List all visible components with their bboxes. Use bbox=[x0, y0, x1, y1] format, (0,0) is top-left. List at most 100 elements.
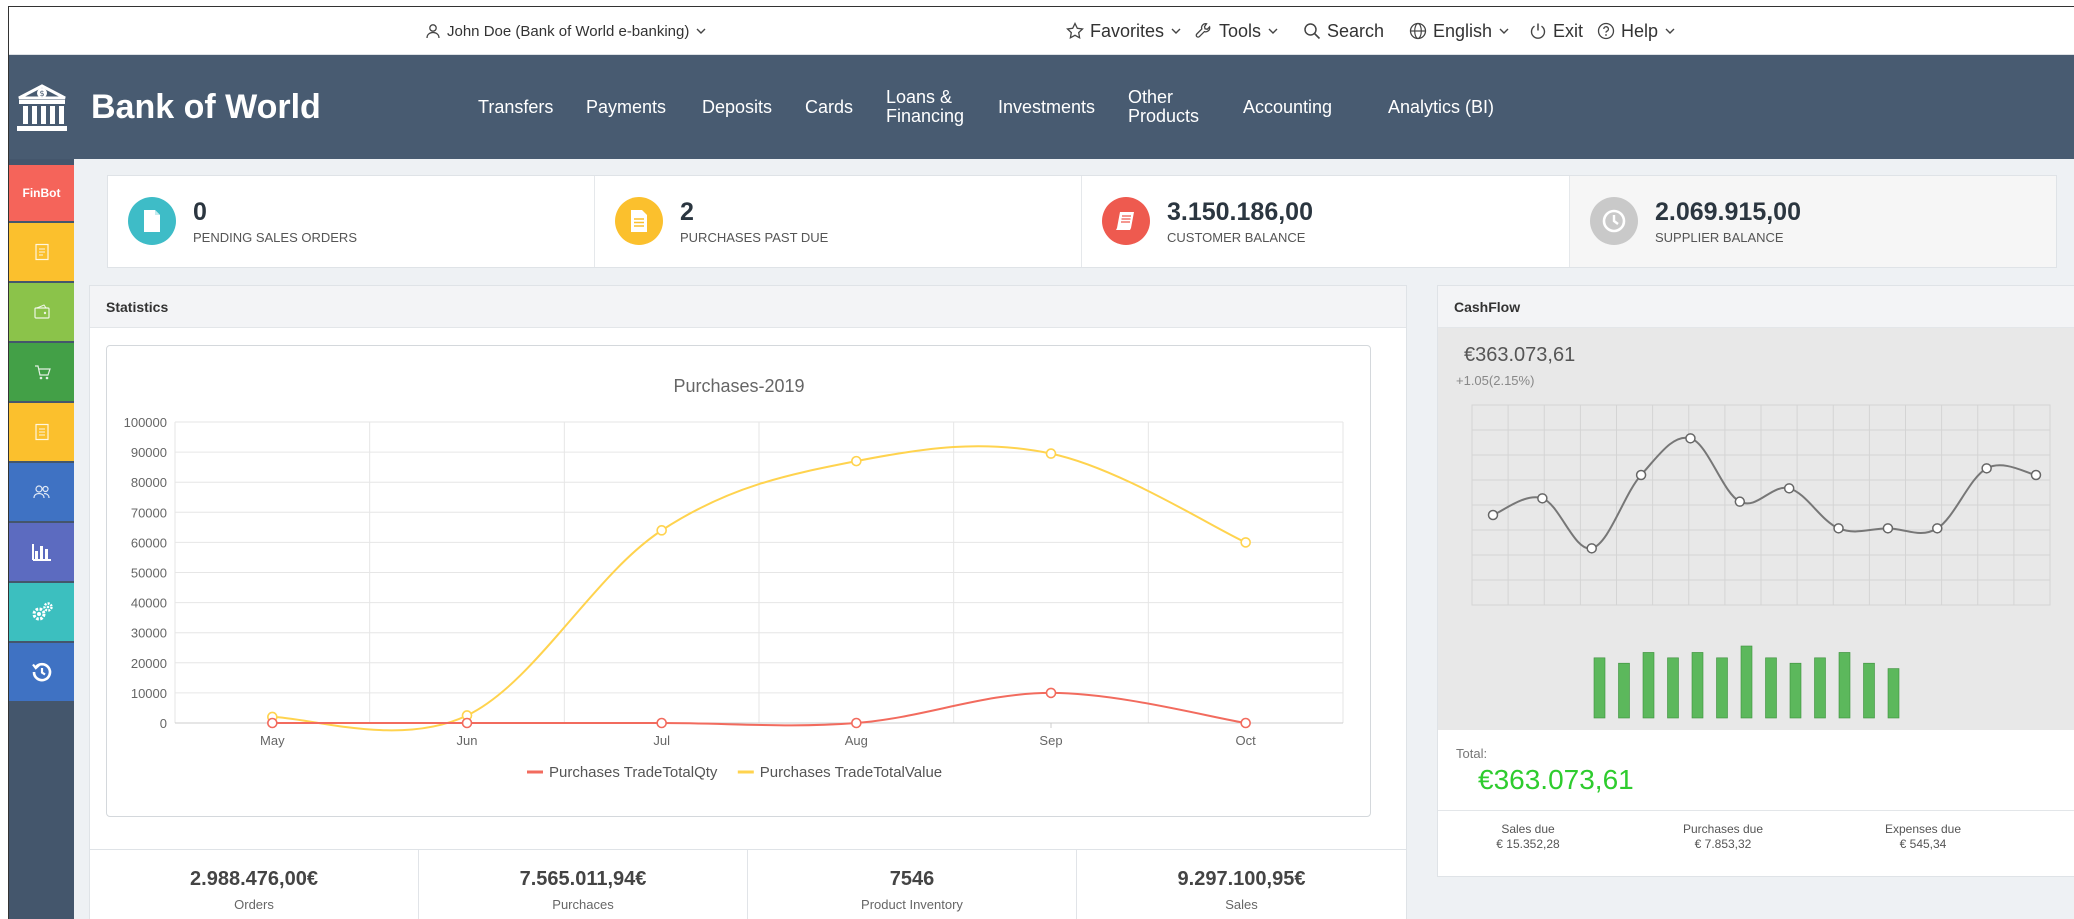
cashflow-title: CashFlow bbox=[1438, 286, 2074, 328]
history-icon bbox=[31, 662, 51, 682]
kpi-supplier-balance[interactable]: 2.069.915,00 SUPPLIER BALANCE bbox=[1570, 176, 2056, 267]
cashflow-point bbox=[1487, 509, 1499, 521]
divider bbox=[1438, 810, 2074, 811]
y-tick-label: 30000 bbox=[131, 626, 167, 641]
finbot-label: FinBot bbox=[22, 186, 61, 200]
summary-label: Orders bbox=[234, 897, 274, 912]
nav-other-products[interactable]: Other Products bbox=[1128, 55, 1206, 159]
clock-icon bbox=[1590, 197, 1638, 245]
sidebar-item-settings[interactable] bbox=[9, 583, 74, 641]
user-menu[interactable]: John Doe (Bank of World e-banking) bbox=[425, 7, 707, 55]
summary-sales: 9.297.100,95€ Sales bbox=[1077, 850, 1406, 919]
chevron-down-icon bbox=[696, 28, 706, 34]
book-icon bbox=[1102, 197, 1150, 245]
cashflow-total-label: Total: bbox=[1456, 746, 1488, 761]
y-tick-label: 40000 bbox=[131, 596, 167, 611]
statistics-panel: Statistics Purchases-2019 100000 90000 8000… bbox=[89, 285, 1407, 919]
brand-name[interactable]: Bank of World bbox=[91, 55, 321, 159]
summary-orders: 2.988.476,00€ Orders bbox=[90, 850, 419, 919]
kpi-label: SUPPLIER BALANCE bbox=[1655, 230, 1784, 245]
globe-icon bbox=[1409, 22, 1427, 40]
cashflow-point bbox=[1981, 463, 1992, 474]
wallet-icon bbox=[33, 304, 50, 319]
series-point bbox=[1045, 448, 1057, 459]
favorites-label: Favorites bbox=[1090, 20, 1165, 41]
cashflow-panel: CashFlow €363.073,61 +1.05(2.15%) Total:… bbox=[1437, 285, 2074, 877]
cashflow-bar bbox=[1740, 645, 1753, 719]
nav-cards[interactable]: Cards bbox=[805, 55, 853, 159]
language-menu[interactable]: English bbox=[1409, 7, 1510, 55]
cashflow-point bbox=[1537, 493, 1548, 504]
nav-transfers[interactable]: Transfers bbox=[478, 55, 553, 159]
cashflow-point bbox=[2030, 469, 2042, 481]
due-label: Purchases due bbox=[1682, 822, 1764, 836]
cashflow-bar bbox=[1838, 652, 1851, 719]
y-tick-label: 100000 bbox=[124, 415, 167, 430]
summary-value: 7546 bbox=[889, 868, 935, 890]
sidebar-item-documents[interactable] bbox=[9, 223, 74, 281]
search-button[interactable]: Search bbox=[1303, 7, 1384, 55]
kpi-pending-sales-orders[interactable]: 0 PENDING SALES ORDERS bbox=[108, 176, 595, 267]
nav-payments[interactable]: Payments bbox=[586, 55, 666, 159]
series-point bbox=[851, 717, 862, 729]
due-label: Sales due bbox=[1501, 822, 1555, 836]
user-name: John Doe (Bank of World e-banking) bbox=[447, 22, 690, 40]
sales-due: Sales due € 15.352,28 bbox=[1458, 822, 1598, 852]
due-value: € 7.853,32 bbox=[1694, 837, 1752, 851]
chevron-down-icon bbox=[1268, 28, 1278, 34]
cashflow-bar bbox=[1667, 657, 1679, 719]
purchases-chart: Purchases-2019 100000 90000 80000 70000 60000… bbox=[106, 345, 1371, 817]
legend-label: Purchases TradeTotalQty bbox=[549, 764, 718, 781]
nav-accounting[interactable]: Accounting bbox=[1243, 55, 1332, 159]
main-navbar: $ Bank of World Transfers Payments Depos… bbox=[9, 55, 2074, 159]
finbot-button[interactable]: FinBot bbox=[9, 165, 74, 221]
y-tick-label: 90000 bbox=[131, 445, 167, 460]
series-point bbox=[656, 717, 667, 729]
sidebar-item-users[interactable] bbox=[9, 463, 74, 521]
sidebar-item-history[interactable] bbox=[9, 643, 74, 701]
sidebar-item-wallet[interactable] bbox=[9, 283, 74, 341]
legend-label: Purchases TradeTotalValue bbox=[760, 764, 942, 781]
kpi-value: 2 bbox=[680, 198, 694, 226]
cashflow-point bbox=[1734, 496, 1746, 507]
chevron-down-icon bbox=[1665, 28, 1675, 34]
cashflow-bar bbox=[1789, 662, 1802, 719]
kpi-customer-balance[interactable]: 3.150.186,00 CUSTOMER BALANCE bbox=[1082, 176, 1570, 267]
kpi-value: 3.150.186,00 bbox=[1167, 198, 1313, 226]
nav-analytics[interactable]: Analytics (BI) bbox=[1388, 55, 1494, 159]
cashflow-bar bbox=[1593, 657, 1606, 719]
sidebar-item-invoices[interactable] bbox=[9, 403, 74, 461]
chevron-down-icon bbox=[1171, 28, 1181, 34]
help-menu[interactable]: Help bbox=[1597, 7, 1676, 55]
exit-button[interactable]: Exit bbox=[1529, 7, 1583, 55]
cashflow-point bbox=[1586, 543, 1597, 554]
tools-menu[interactable]: Tools bbox=[1195, 7, 1279, 55]
search-icon bbox=[1304, 23, 1321, 40]
favorites-menu[interactable]: Favorites bbox=[1066, 7, 1182, 55]
cashflow-bar bbox=[1618, 662, 1630, 719]
cashflow-chart-area: €363.073,61 +1.05(2.15%) bbox=[1438, 328, 2074, 730]
sidebar-item-cart[interactable] bbox=[9, 343, 74, 401]
nav-deposits[interactable]: Deposits bbox=[702, 55, 772, 159]
power-icon bbox=[1530, 23, 1546, 39]
kpi-value: 0 bbox=[193, 198, 207, 226]
chart-title: Purchases-2019 bbox=[673, 376, 804, 396]
cashflow-bar bbox=[1716, 657, 1728, 719]
cashflow-bar bbox=[1642, 652, 1655, 719]
cashflow-bar bbox=[1887, 668, 1900, 719]
cashflow-total-value: €363.073,61 bbox=[1478, 764, 1634, 795]
sidebar-item-reports[interactable] bbox=[9, 523, 74, 581]
kpi-purchases-past-due[interactable]: 2 PURCHASES PAST DUE bbox=[595, 176, 1082, 267]
nav-loans-financing[interactable]: Loans & Financing bbox=[886, 55, 968, 159]
kpi-label: CUSTOMER BALANCE bbox=[1167, 230, 1306, 245]
bank-logo-icon[interactable]: $ bbox=[15, 81, 69, 138]
summary-value: 9.297.100,95€ bbox=[1177, 868, 1306, 890]
summary-value: 2.988.476,00€ bbox=[190, 868, 318, 890]
nav-investments[interactable]: Investments bbox=[998, 55, 1095, 159]
svg-text:$: $ bbox=[39, 89, 44, 98]
cashflow-bar bbox=[1691, 652, 1704, 719]
kpi-label: PENDING SALES ORDERS bbox=[193, 230, 357, 245]
left-sidebar: FinBot bbox=[9, 159, 74, 919]
wrench-icon bbox=[1195, 23, 1211, 38]
x-tick-label: Oct bbox=[1236, 733, 1257, 748]
